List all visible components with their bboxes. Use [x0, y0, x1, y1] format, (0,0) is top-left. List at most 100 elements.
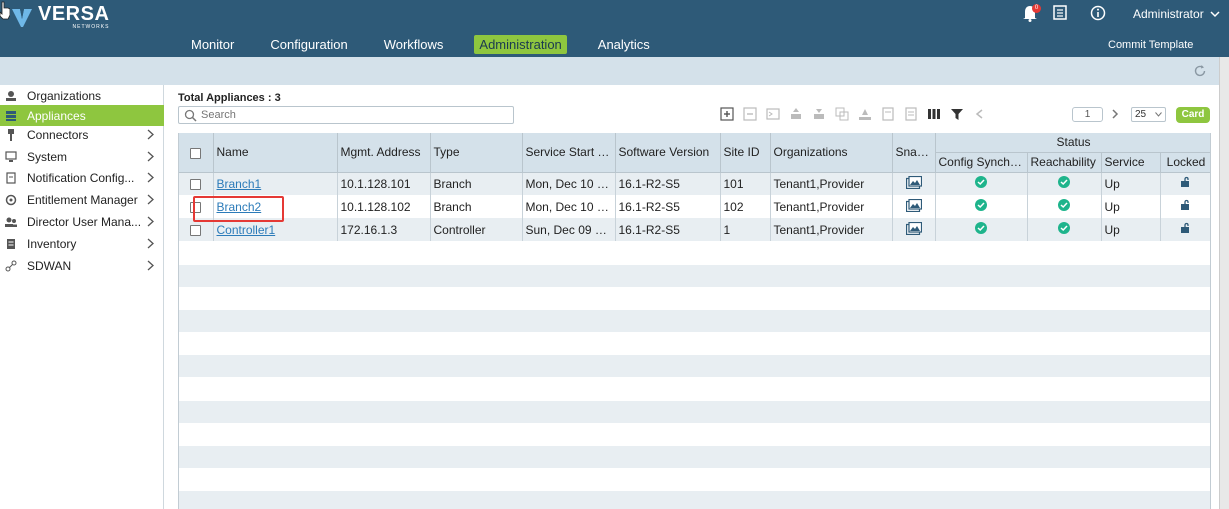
columns-icon[interactable] [927, 107, 941, 121]
report-icon[interactable] [881, 107, 895, 121]
remove-icon[interactable] [743, 107, 757, 121]
user-menu[interactable]: Administrator [1133, 7, 1220, 21]
type-cell: Controller [430, 218, 523, 241]
notification-config-icon [6, 171, 16, 184]
download-icon[interactable] [812, 107, 826, 121]
service-cell: Up [1101, 195, 1161, 218]
card-view-button[interactable]: Card [1176, 107, 1210, 123]
chevron-right-icon [147, 194, 154, 205]
config-sync-cell [935, 218, 1028, 241]
organizations-icon [6, 90, 16, 101]
row-checkbox-cell[interactable] [179, 218, 214, 241]
users-icon [5, 217, 17, 227]
upload-icon[interactable] [789, 107, 803, 121]
column-header-name[interactable]: Name [213, 133, 338, 173]
row-checkbox-cell[interactable] [179, 172, 214, 195]
notification-count-badge: 0 [1032, 4, 1041, 13]
document-icon[interactable] [1053, 5, 1067, 20]
status-ok-icon [1058, 222, 1070, 234]
column-header-snapshot[interactable]: Snap... [892, 133, 936, 173]
table-row[interactable]: Branch2 10.1.128.102 Branch Mon, Dec 10 … [179, 195, 1210, 218]
table-row[interactable]: Controller1 172.16.1.3 Controller Sun, D… [179, 218, 1210, 241]
column-header-service[interactable]: Service [1101, 152, 1161, 173]
prev-page-icon[interactable] [973, 107, 987, 121]
sidebar-item-entitlement-manager[interactable]: Entitlement Manager [0, 189, 164, 210]
organizations-cell: Tenant1,Provider [770, 172, 893, 195]
nav-administration[interactable]: Administration [474, 35, 567, 54]
search-input[interactable] [201, 109, 501, 121]
empty-row [179, 287, 1210, 309]
unlock-icon[interactable] [1180, 199, 1192, 211]
row-checkbox-cell[interactable] [179, 195, 214, 218]
column-header-site-id[interactable]: Site ID [720, 133, 771, 173]
total-appliances: Total Appliances : 3 [178, 92, 281, 104]
versa-logo[interactable]: VERSA NETWORKS [10, 4, 109, 30]
page-number-input[interactable]: 1 [1072, 107, 1103, 122]
empty-row [179, 265, 1210, 287]
snapshot-icon[interactable] [905, 221, 922, 235]
appliance-name-link[interactable]: Branch1 [217, 177, 262, 191]
column-header-mgmt-address[interactable]: Mgmt. Address [337, 133, 431, 173]
snapshot-icon[interactable] [905, 175, 922, 189]
column-header-service-start[interactable]: Service Start Ti... [522, 133, 616, 173]
row-checkbox[interactable] [190, 224, 202, 236]
sidebar-item-label: System [27, 149, 68, 164]
row-checkbox[interactable] [190, 179, 202, 191]
sidebar-item-label: Director User Mana... [27, 214, 142, 229]
column-header-reachability[interactable]: Reachability [1027, 152, 1102, 173]
sidebar-item-notification-config[interactable]: Notification Config... [0, 167, 164, 188]
deploy-icon[interactable] [858, 107, 872, 121]
sidebar-item-label: Appliances [27, 108, 86, 123]
connectors-icon [8, 128, 14, 141]
sidebar-item-organizations[interactable]: Organizations [0, 85, 164, 106]
copy-icon[interactable] [835, 107, 849, 121]
table-row[interactable]: Branch1 10.1.128.101 Branch Mon, Dec 10 … [179, 172, 1210, 195]
status-ok-icon [975, 176, 987, 189]
nav-workflows[interactable]: Workflows [379, 35, 449, 54]
filter-icon[interactable] [950, 107, 964, 121]
sidebar-item-appliances[interactable]: Appliances [0, 105, 164, 126]
sidebar-item-inventory[interactable]: Inventory [0, 233, 164, 254]
unlock-icon[interactable] [1180, 176, 1192, 188]
snapshot-cell [892, 195, 936, 218]
service-start-cell: Mon, Dec 10 20... [522, 172, 616, 195]
status-ok-icon [975, 199, 987, 211]
column-header-locked[interactable]: Locked [1160, 152, 1210, 173]
total-count: 3 [274, 92, 281, 104]
column-header-config-sync[interactable]: Config Synchro... [935, 152, 1028, 173]
user-name: Administrator [1133, 7, 1204, 21]
info-icon[interactable] [1090, 5, 1106, 21]
sidebar-item-sdwan[interactable]: SDWAN [0, 255, 164, 276]
column-header-type[interactable]: Type [430, 133, 523, 173]
row-checkbox[interactable] [190, 201, 202, 213]
header-select-all[interactable] [179, 133, 214, 173]
empty-row [179, 446, 1210, 468]
nav-configuration[interactable]: Configuration [265, 35, 352, 54]
column-header-organizations[interactable]: Organizations [770, 133, 893, 173]
column-header-software-version[interactable]: Software Version [615, 133, 721, 173]
add-icon[interactable] [720, 107, 734, 121]
terminal-icon[interactable] [766, 107, 780, 121]
refresh-icon[interactable] [1193, 64, 1207, 78]
mgmt-address-cell: 10.1.128.101 [337, 172, 431, 195]
empty-row [179, 423, 1210, 445]
sidebar-item-connectors[interactable]: Connectors [0, 124, 164, 145]
empty-row [179, 243, 1210, 265]
next-page-icon[interactable] [1109, 108, 1121, 120]
nav-analytics[interactable]: Analytics [593, 35, 655, 54]
appliance-name-link[interactable]: Branch2 [217, 200, 262, 214]
snapshot-icon[interactable] [905, 198, 922, 212]
empty-row [179, 401, 1210, 423]
select-all-checkbox[interactable] [190, 147, 202, 159]
page-scrollbar[interactable] [1219, 57, 1229, 509]
sidebar-item-system[interactable]: System [0, 146, 164, 167]
list-icon[interactable] [904, 107, 918, 121]
chevron-right-icon [147, 172, 154, 183]
page-size-select[interactable]: 25 [1131, 107, 1166, 122]
nav-monitor[interactable]: Monitor [186, 35, 239, 54]
commit-template-link[interactable]: Commit Template [1108, 39, 1193, 51]
appliance-name-link[interactable]: Controller1 [217, 223, 276, 237]
search-box[interactable] [178, 106, 514, 124]
unlock-icon[interactable] [1180, 222, 1192, 234]
sidebar-item-director-user-management[interactable]: Director User Mana... [0, 211, 164, 232]
